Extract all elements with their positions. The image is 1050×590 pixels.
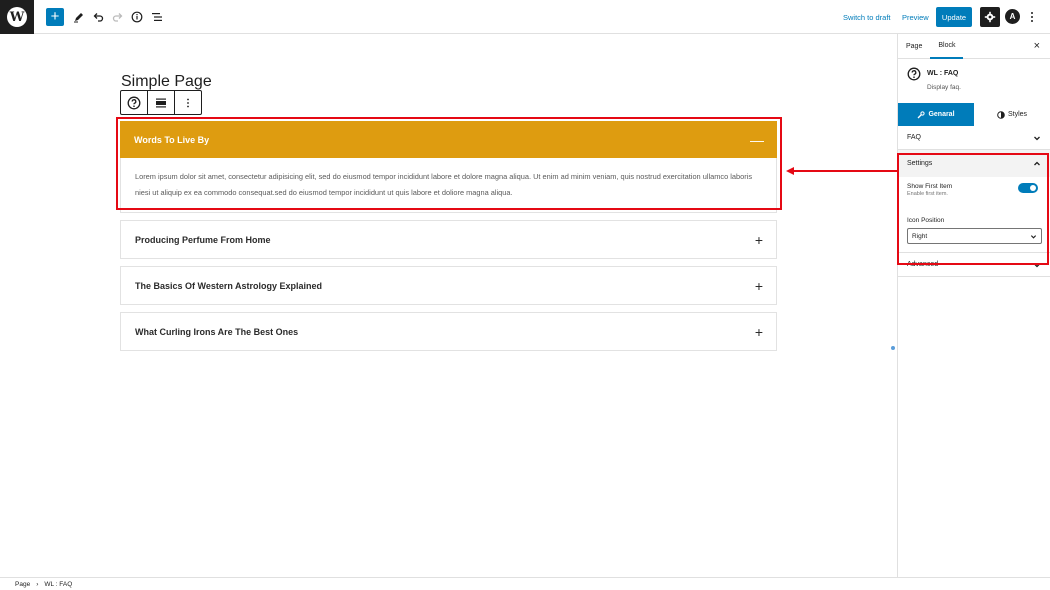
faq-item: Producing Perfume From Home + bbox=[120, 220, 777, 259]
annotation-arrow-head-icon bbox=[786, 167, 794, 175]
faq-item-title: Producing Perfume From Home bbox=[135, 234, 271, 245]
options-button[interactable] bbox=[1027, 8, 1037, 26]
align-icon bbox=[156, 98, 166, 107]
chevron-down-icon bbox=[1034, 136, 1040, 140]
wordpress-logo-button[interactable]: W bbox=[0, 0, 34, 34]
inspector-tabs: Genaral Styles bbox=[898, 103, 1050, 126]
more-vertical-icon bbox=[1031, 12, 1033, 22]
faq-item: The Basics Of Western Astrology Explaine… bbox=[120, 266, 777, 305]
add-block-button[interactable]: + bbox=[46, 8, 64, 26]
annotation-arrow-line bbox=[794, 170, 897, 172]
tab-general[interactable]: Genaral bbox=[898, 103, 974, 126]
pencil-icon bbox=[74, 13, 83, 23]
switch-to-draft-link[interactable]: Switch to draft bbox=[843, 0, 891, 34]
block-options-button[interactable] bbox=[175, 91, 201, 114]
redo-button[interactable] bbox=[109, 8, 127, 26]
styles-icon bbox=[997, 110, 1005, 119]
tab-general-label: Genaral bbox=[928, 111, 955, 118]
block-toolbar bbox=[120, 90, 202, 115]
breadcrumb-item-page[interactable]: Page bbox=[15, 581, 30, 588]
panel-faq-title: FAQ bbox=[907, 134, 922, 141]
highlight-box-faq bbox=[116, 117, 782, 210]
wordpress-icon: W bbox=[7, 7, 27, 27]
astra-icon: A bbox=[1009, 12, 1016, 21]
undo-icon bbox=[93, 13, 104, 22]
block-align-button[interactable] bbox=[148, 91, 175, 114]
tools-button[interactable] bbox=[70, 8, 88, 26]
plus-icon[interactable]: + bbox=[755, 325, 763, 339]
undo-button[interactable] bbox=[89, 8, 107, 26]
breadcrumb: Page › WL : FAQ bbox=[0, 577, 1050, 590]
block-type-button[interactable] bbox=[121, 91, 148, 114]
block-card-description: Display faq. bbox=[927, 84, 961, 91]
gear-icon bbox=[984, 11, 996, 23]
editor-top-bar: W + Switch to draft Preview Update A bbox=[0, 0, 1050, 34]
faq-item-title: The Basics Of Western Astrology Explaine… bbox=[135, 280, 323, 291]
highlight-box-settings bbox=[897, 153, 1049, 265]
drag-handle-dot bbox=[891, 346, 895, 350]
panel-faq-toggle[interactable]: FAQ bbox=[898, 126, 1050, 150]
update-button[interactable]: Update bbox=[936, 7, 972, 27]
question-circle-icon bbox=[907, 67, 921, 81]
more-vertical-icon bbox=[187, 98, 189, 107]
question-circle-icon bbox=[127, 96, 141, 109]
astra-settings-button[interactable]: A bbox=[1005, 9, 1020, 24]
block-card: WL : FAQ Display faq. bbox=[898, 59, 1050, 103]
close-icon[interactable]: × bbox=[1034, 40, 1040, 52]
tab-page[interactable]: Page bbox=[898, 34, 930, 59]
sidebar-tabs: Page Block × bbox=[898, 34, 1050, 59]
list-view-icon bbox=[152, 13, 162, 21]
plus-icon: + bbox=[50, 8, 60, 25]
block-card-title: WL : FAQ bbox=[927, 70, 959, 77]
tab-styles-label: Styles bbox=[1007, 111, 1028, 118]
breadcrumb-separator-icon: › bbox=[36, 580, 39, 588]
faq-item-title: What Curling Irons Are The Best Ones bbox=[135, 326, 299, 337]
preview-link[interactable]: Preview bbox=[902, 0, 929, 34]
settings-button[interactable] bbox=[980, 7, 1000, 27]
list-view-button[interactable] bbox=[148, 8, 166, 26]
info-icon bbox=[131, 11, 143, 23]
tab-styles[interactable]: Styles bbox=[974, 103, 1050, 126]
faq-item-header[interactable]: Producing Perfume From Home + bbox=[121, 221, 776, 258]
faq-item-header[interactable]: The Basics Of Western Astrology Explaine… bbox=[121, 267, 776, 304]
wrench-icon bbox=[917, 110, 926, 118]
settings-sidebar: Page Block × WL : FAQ Display faq. Genar… bbox=[897, 34, 1050, 577]
redo-icon bbox=[112, 13, 123, 22]
details-button[interactable] bbox=[128, 8, 146, 26]
breadcrumb-item-block[interactable]: WL : FAQ bbox=[44, 581, 72, 588]
tab-block[interactable]: Block bbox=[930, 34, 964, 59]
faq-item: What Curling Irons Are The Best Ones + bbox=[120, 312, 777, 351]
faq-item-header[interactable]: What Curling Irons Are The Best Ones + bbox=[121, 313, 776, 350]
plus-icon[interactable]: + bbox=[755, 233, 763, 247]
plus-icon[interactable]: + bbox=[755, 279, 763, 293]
page-title[interactable]: Simple Page bbox=[121, 73, 212, 91]
